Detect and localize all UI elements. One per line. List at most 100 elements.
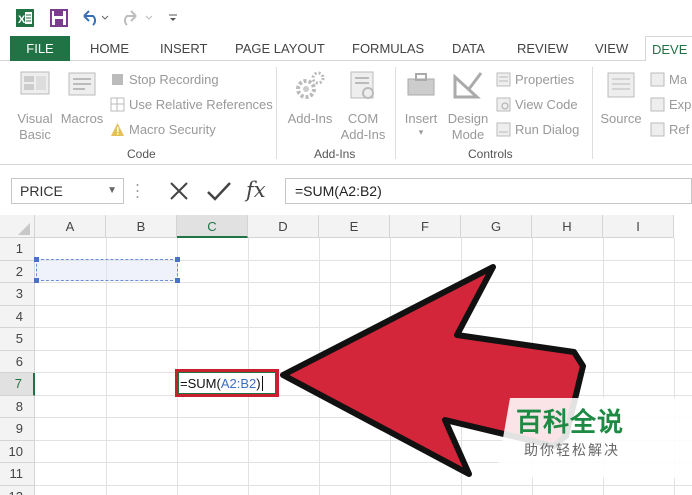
row-header-9[interactable]: 9 xyxy=(0,418,35,441)
row-header-6[interactable]: 6 xyxy=(0,350,35,373)
watermark-subtitle: 助你轻松解决 xyxy=(524,443,620,459)
column-header-h[interactable]: H xyxy=(532,215,603,238)
source-button[interactable]: Source xyxy=(597,69,645,127)
gear-icon xyxy=(282,69,338,109)
expansion-packs-button[interactable]: Exp xyxy=(650,94,691,114)
tab-page-layout[interactable]: PAGE LAYOUT xyxy=(229,36,331,61)
row-header-3[interactable]: 3 xyxy=(0,283,35,306)
insert-control-label: Insert xyxy=(404,111,438,126)
row-header-10[interactable]: 10 xyxy=(0,440,35,463)
grid-line xyxy=(248,238,249,495)
row-header-8[interactable]: 8 xyxy=(0,395,35,418)
macros-button[interactable]: Macros xyxy=(58,69,106,127)
select-all-corner[interactable] xyxy=(0,215,35,238)
column-header-c[interactable]: C xyxy=(177,215,248,238)
column-header-i[interactable]: I xyxy=(603,215,674,238)
run-dialog-button[interactable]: Run Dialog xyxy=(496,119,579,139)
selection-handle[interactable] xyxy=(175,278,180,283)
grid-line xyxy=(35,327,692,328)
refresh-data-button[interactable]: Ref xyxy=(650,119,689,139)
cell-editor[interactable]: =SUM(A2:B2) xyxy=(178,372,276,394)
com-add-ins-button[interactable]: COM Add-Ins xyxy=(338,69,388,143)
add-ins-label: Add-Ins xyxy=(287,111,333,126)
grid-line xyxy=(390,238,391,495)
code-group-label: Code xyxy=(127,147,156,161)
svg-text:X: X xyxy=(18,14,26,26)
chevron-down-icon[interactable]: ▼ xyxy=(107,179,117,203)
relative-references-button[interactable]: Use Relative References xyxy=(110,94,273,114)
row-header-12[interactable]: 12 xyxy=(0,485,35,495)
cancel-icon[interactable] xyxy=(166,179,192,203)
stop-recording-label: Stop Recording xyxy=(129,71,219,87)
resize-handle[interactable] xyxy=(136,181,139,201)
map-properties-icon xyxy=(650,72,665,87)
run-dialog-label: Run Dialog xyxy=(515,121,580,137)
properties-icon xyxy=(496,72,511,87)
visual-basic-button[interactable]: Visual Basic xyxy=(12,69,58,143)
macro-security-button[interactable]: Macro Security xyxy=(110,119,216,139)
visual-basic-label: Visual Basic xyxy=(17,111,53,142)
row-header-7[interactable]: 7 xyxy=(0,373,35,396)
refresh-icon xyxy=(650,122,665,137)
name-box-value: PRICE xyxy=(20,183,63,199)
tab-data[interactable]: DATA xyxy=(446,36,491,61)
row-header-4[interactable]: 4 xyxy=(0,305,35,328)
selection-handle[interactable] xyxy=(175,257,180,262)
tab-view[interactable]: VIEW xyxy=(589,36,634,61)
selection-handle[interactable] xyxy=(34,257,39,262)
customize-icon[interactable] xyxy=(166,8,180,28)
row-header-5[interactable]: 5 xyxy=(0,328,35,351)
row-header-2[interactable]: 2 xyxy=(0,260,35,283)
selected-range-a2-b2 xyxy=(34,257,180,283)
refresh-data-label: Ref xyxy=(669,121,690,137)
macro-security-label: Macro Security xyxy=(129,121,216,137)
run-dialog-icon xyxy=(496,122,511,137)
undo-icon[interactable] xyxy=(80,8,110,28)
grid-line xyxy=(35,484,692,486)
formula-input[interactable]: =SUM(A2:B2) xyxy=(285,178,692,204)
com-add-ins-icon xyxy=(338,69,388,109)
column-header-e[interactable]: E xyxy=(319,215,390,238)
column-header-g[interactable]: G xyxy=(461,215,532,238)
selection-handle[interactable] xyxy=(34,278,39,283)
active-cell-c7[interactable]: =SUM(A2:B2) xyxy=(175,369,279,397)
tab-review[interactable]: REVIEW xyxy=(511,36,574,61)
formula-suffix: ) xyxy=(256,376,261,391)
grid-line xyxy=(35,349,692,351)
tab-insert[interactable]: INSERT xyxy=(154,36,213,61)
group-divider xyxy=(395,67,396,159)
map-properties-button[interactable]: Ma xyxy=(650,69,687,89)
redo-icon[interactable] xyxy=(122,8,156,28)
column-header-b[interactable]: B xyxy=(106,215,177,238)
insert-function-icon[interactable]: fx xyxy=(246,176,276,204)
column-header-f[interactable]: F xyxy=(390,215,461,238)
com-add-ins-label: COM Add-Ins xyxy=(340,111,386,142)
stop-recording-button[interactable]: Stop Recording xyxy=(110,69,219,89)
add-ins-group-label: Add-Ins xyxy=(314,147,356,161)
column-header-a[interactable]: A xyxy=(35,215,106,238)
properties-button[interactable]: Properties xyxy=(496,69,574,89)
save-icon[interactable] xyxy=(48,8,70,28)
formula-prefix: =SUM( xyxy=(180,376,221,391)
design-mode-icon xyxy=(444,69,492,109)
name-box[interactable]: PRICE ▼ xyxy=(11,178,124,204)
relative-references-icon xyxy=(110,97,125,112)
tab-home[interactable]: HOME xyxy=(84,36,135,61)
enter-checkmark-icon[interactable] xyxy=(205,179,233,203)
insert-control-button[interactable]: Insert ▾ xyxy=(400,69,442,137)
excel-logo-icon: X xyxy=(14,8,36,28)
view-code-button[interactable]: View Code xyxy=(496,94,578,114)
grid-line xyxy=(319,238,320,495)
add-ins-button[interactable]: Add-Ins xyxy=(282,69,338,127)
tab-developer[interactable]: DEVE xyxy=(645,36,692,62)
controls-group-label: Controls xyxy=(468,147,513,161)
macros-icon xyxy=(58,69,106,109)
view-code-icon xyxy=(496,97,511,112)
row-header-1[interactable]: 1 xyxy=(0,238,35,261)
row-header-11[interactable]: 11 xyxy=(0,463,35,486)
grid-line xyxy=(35,372,692,373)
column-header-d[interactable]: D xyxy=(248,215,319,238)
tab-file[interactable]: FILE xyxy=(10,36,70,61)
design-mode-button[interactable]: Design Mode xyxy=(444,69,492,143)
tab-formulas[interactable]: FORMULAS xyxy=(346,36,430,61)
